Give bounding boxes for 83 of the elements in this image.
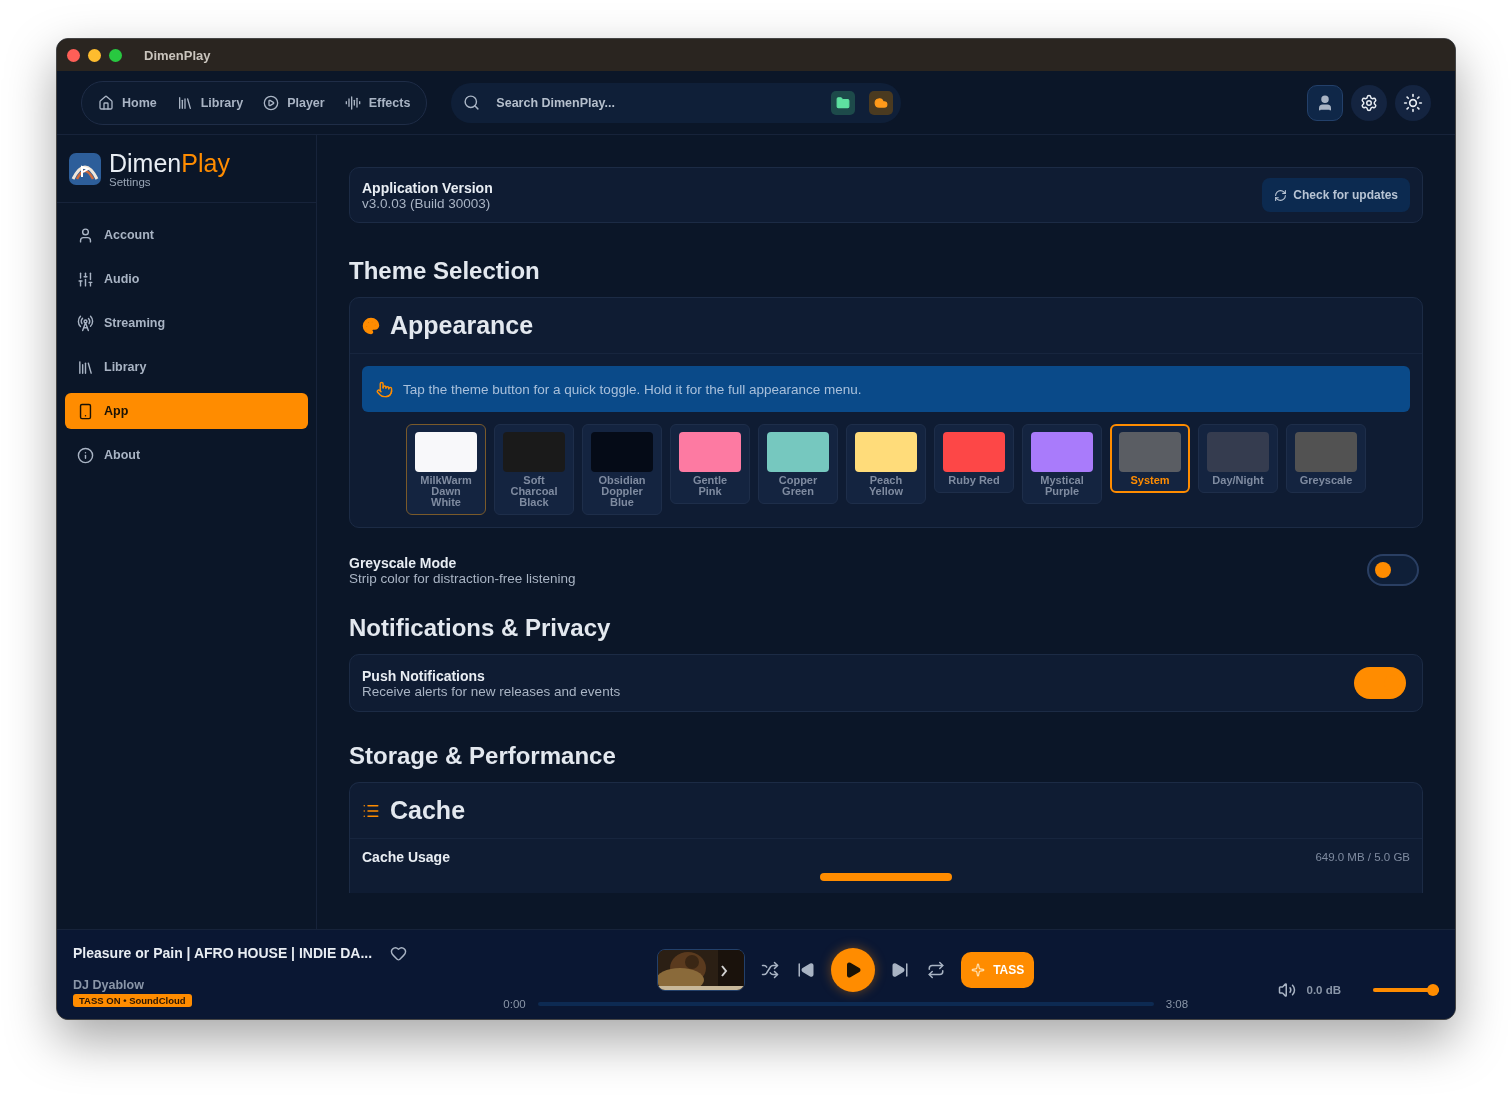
theme-option[interactable]: Obsidian Doppler Blue — [582, 424, 662, 515]
section-heading: Theme Selection — [349, 257, 541, 285]
search-icon — [463, 94, 481, 111]
pointer-icon — [376, 380, 393, 398]
search-input[interactable]: Search DimenPlay... — [494, 94, 818, 111]
track-title: Pleasure or Pain | AFRO HOUSE | INDIE DA... — [73, 945, 373, 961]
duration-time: 3:08 — [1165, 997, 1189, 1010]
section-heading: Notifications & Privacy — [349, 614, 612, 642]
sidebar-item[interactable]: About — [65, 437, 308, 473]
library-icon — [176, 94, 193, 111]
sliders-icon — [77, 270, 94, 288]
sidebar-item[interactable]: Audio — [65, 261, 308, 297]
theme-option[interactable]: Ruby Red — [934, 424, 1014, 493]
audio-lines-icon — [344, 94, 361, 111]
setting-title: Push Notifications — [362, 667, 486, 684]
nav-item[interactable]: Effects — [336, 88, 419, 117]
folder-button[interactable] — [831, 90, 856, 115]
version-title: Application Version — [362, 179, 493, 196]
card-title: Cache — [390, 796, 466, 825]
window-title: DimenPlay — [144, 47, 211, 63]
setting-title: Greyscale Mode — [349, 554, 458, 571]
nav-item[interactable]: Home — [90, 88, 165, 117]
theme-option[interactable]: Peach Yellow — [846, 424, 926, 504]
sun-icon — [1403, 92, 1423, 113]
theme-button[interactable] — [1395, 84, 1431, 121]
user-icon — [77, 226, 94, 244]
sparkle-icon — [971, 962, 986, 977]
library-icon — [77, 358, 94, 376]
theme-option[interactable]: Copper Green — [758, 424, 838, 504]
theme-option[interactable]: Day/Night — [1198, 424, 1278, 493]
setting-description: Receive alerts for new releases and events — [362, 683, 621, 699]
version-value: v3.0.03 (Build 30003) — [362, 195, 492, 211]
theme-option[interactable]: MilkWarm Dawn White — [406, 424, 486, 515]
cloud-icon — [874, 95, 889, 110]
user-icon — [1316, 93, 1334, 112]
phone-icon — [77, 402, 94, 420]
theme-option[interactable]: Gentle Pink — [670, 424, 750, 504]
hint-text: Tap the theme button for a quick toggle. Hold it for the full appearance menu. — [403, 381, 862, 397]
volume-handle[interactable] — [1427, 983, 1439, 996]
close-window-button[interactable] — [67, 48, 80, 62]
theme-option[interactable]: Soft Charcoal Black — [494, 424, 574, 515]
refresh-icon — [1274, 188, 1288, 202]
card-title: Appearance — [390, 311, 534, 340]
setting-description: Strip color for distraction-free listening — [349, 570, 576, 586]
antenna-icon — [77, 314, 94, 332]
nav-item[interactable]: Library — [168, 88, 252, 117]
search-field[interactable]: Search DimenPlay... — [451, 82, 902, 123]
nav-item[interactable]: Player — [255, 88, 333, 117]
track-artist: DJ Dyablow — [73, 977, 145, 992]
push-toggle[interactable] — [1354, 667, 1406, 699]
zoom-window-button[interactable] — [109, 48, 122, 62]
account-button[interactable] — [1307, 84, 1343, 121]
volume-reading: 0.0 dB — [1306, 983, 1341, 996]
theme-option[interactable]: Mystical Purple — [1022, 424, 1102, 504]
brand-name: DimenPlay — [109, 149, 230, 176]
brand-subtitle: Settings — [109, 175, 152, 188]
greyscale-toggle[interactable] — [1367, 554, 1419, 586]
cache-usage-label: Cache Usage — [362, 849, 450, 865]
sidebar-item[interactable]: Streaming — [65, 305, 308, 341]
play-button[interactable] — [831, 947, 876, 992]
sidebar-item[interactable]: App — [65, 393, 308, 429]
folder-icon — [836, 95, 851, 110]
theme-option[interactable]: Greyscale — [1286, 424, 1366, 493]
settings-button[interactable] — [1351, 84, 1387, 121]
section-heading: Storage & Performance — [349, 742, 617, 770]
settings-icon — [1360, 93, 1378, 112]
elapsed-time: 0:00 — [503, 997, 526, 1010]
play-circle-icon — [263, 94, 280, 111]
progress-track[interactable] — [537, 1001, 1154, 1006]
source-badge: TASS ON • SoundCloud — [73, 993, 192, 1007]
play-icon — [844, 960, 863, 979]
app-logo-icon — [69, 152, 101, 185]
sidebar-item[interactable]: Library — [65, 349, 308, 385]
check-updates-button[interactable]: Check for updates — [1262, 178, 1410, 212]
sidebar-item[interactable]: Account — [65, 217, 308, 253]
info-icon — [77, 446, 94, 464]
minimize-window-button[interactable] — [88, 48, 101, 62]
cloud-button[interactable] — [869, 90, 894, 115]
theme-option[interactable]: System — [1110, 424, 1190, 493]
home-icon — [98, 94, 114, 111]
cache-usage-value: 649.0 MB / 5.0 GB — [1315, 851, 1410, 863]
volume-icon — [1278, 980, 1297, 999]
palette-icon — [362, 316, 380, 335]
